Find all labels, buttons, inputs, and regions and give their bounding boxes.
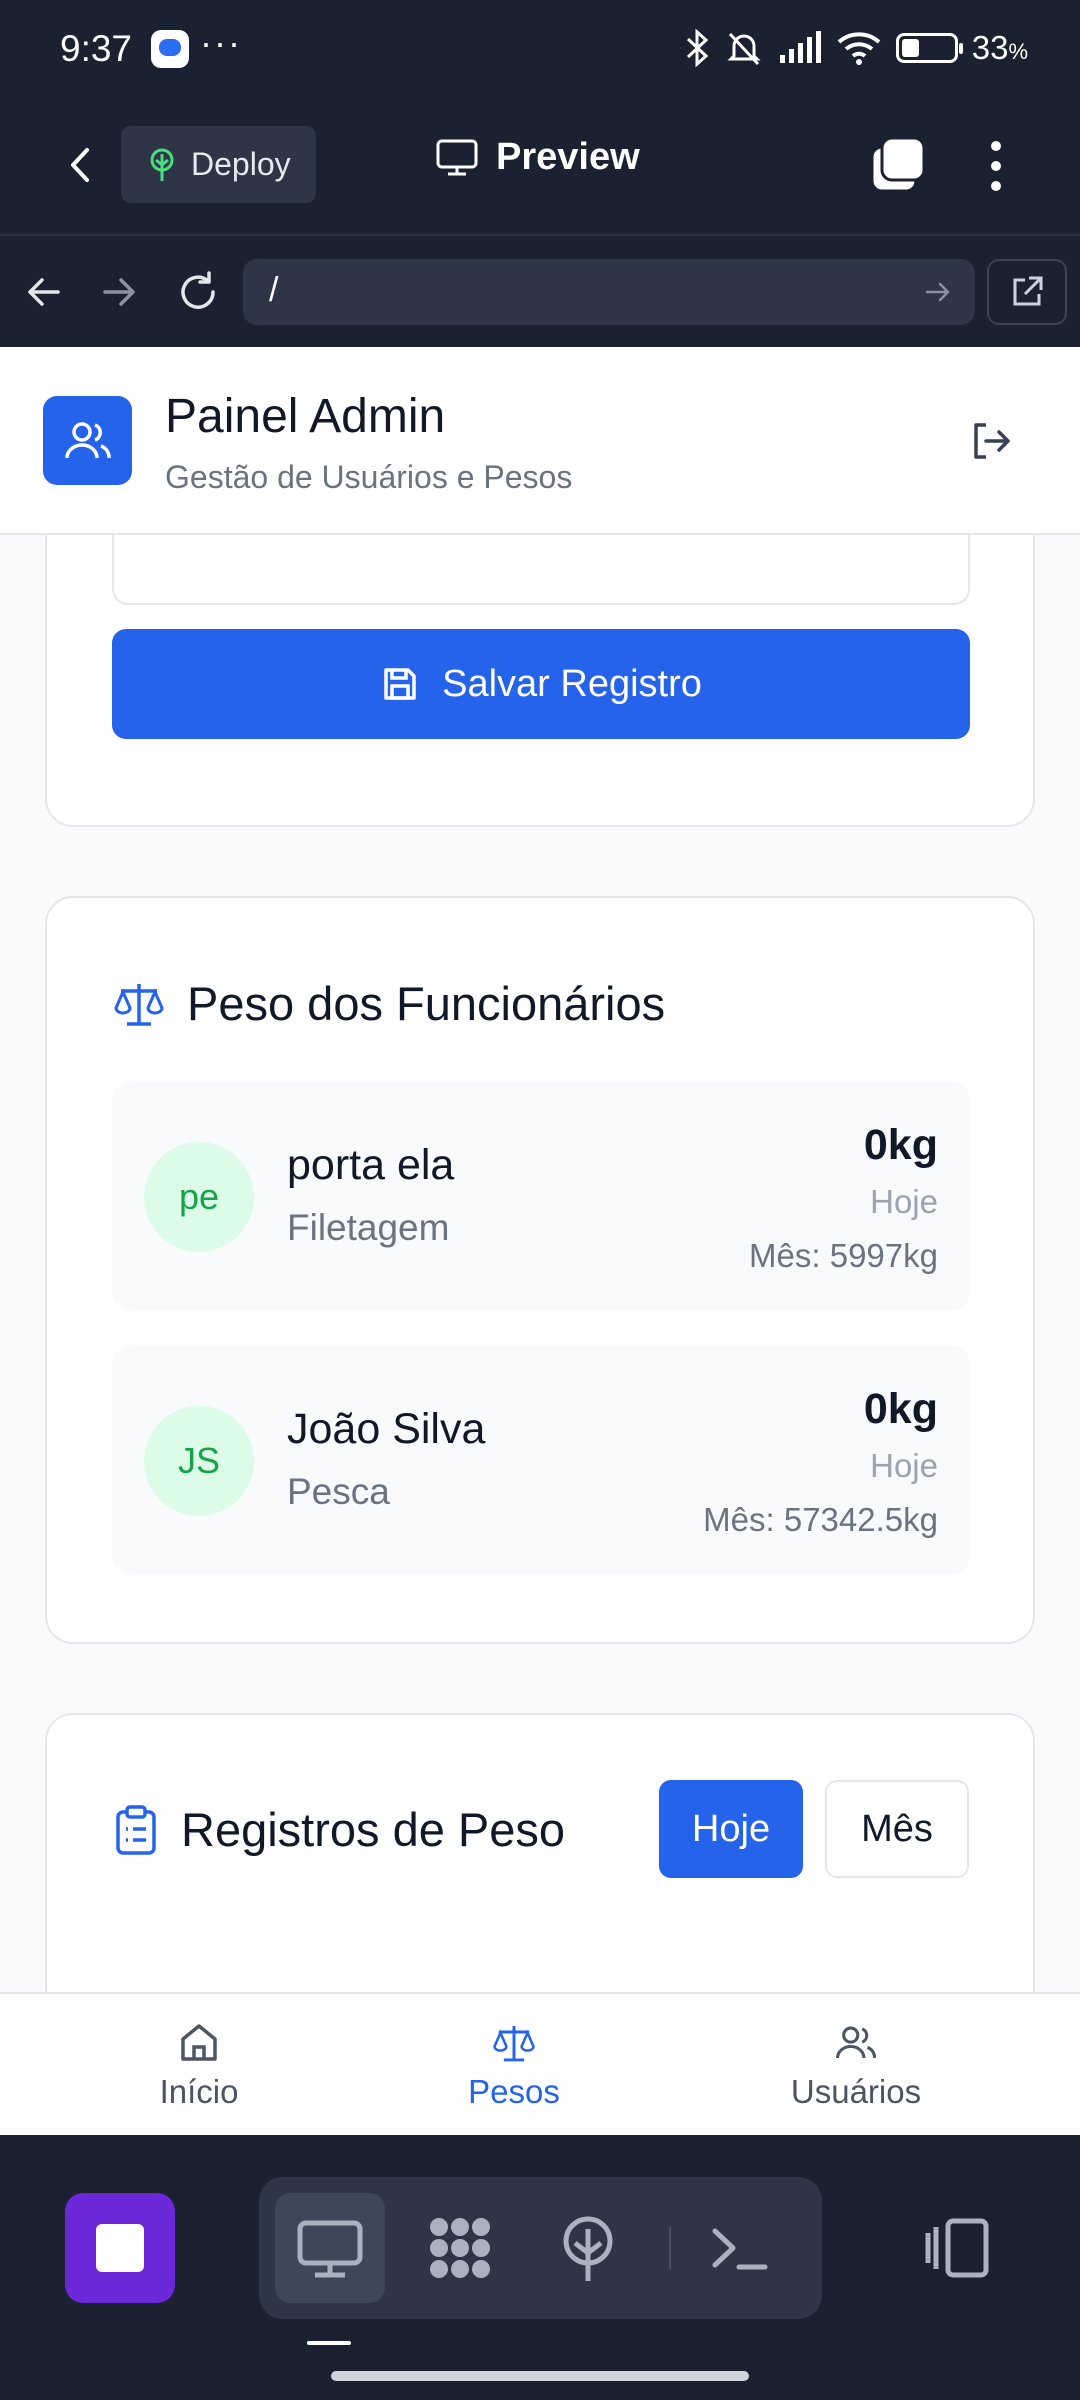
go-arrow-icon[interactable] <box>923 277 953 307</box>
wifi-icon <box>837 32 881 65</box>
employee-name: porta ela <box>287 1141 455 1189</box>
page-subtitle: Gestão de Usuários e Pesos <box>165 459 573 495</box>
dock-active-indicator <box>307 2341 351 2345</box>
external-link-icon <box>1013 276 1043 306</box>
home-indicator[interactable] <box>331 2371 749 2381</box>
nav-label: Usuários <box>790 2072 922 2110</box>
nav-item-inicio[interactable]: Início <box>120 1994 278 2135</box>
logout-icon[interactable] <box>968 417 1016 465</box>
battery-level: 33% <box>971 29 1028 66</box>
employee-role: Filetagem <box>287 1207 450 1248</box>
app-header: Painel Admin Gestão de Usuários e Pesos <box>0 347 1080 535</box>
url-input[interactable]: / <box>243 259 975 325</box>
signal-icon <box>779 31 821 63</box>
employee-row[interactable]: JS João Silva Pesca 0kg Hoje Mês: 57342.… <box>112 1345 970 1575</box>
users-icon <box>835 2026 877 2058</box>
reload-icon[interactable] <box>173 267 223 317</box>
employee-row[interactable]: pe porta ela Filetagem 0kg Hoje Mês: 599… <box>112 1081 970 1311</box>
browser-back-icon[interactable] <box>18 267 68 317</box>
page-title: Painel Admin <box>165 390 446 443</box>
url-text: / <box>269 271 279 309</box>
monitor-icon[interactable] <box>295 2213 365 2283</box>
status-bar: 9:37 ··· 33% <box>0 0 1080 100</box>
dock-divider <box>669 2227 671 2269</box>
employee-month-weight: Mês: 5997kg <box>749 1237 938 1274</box>
users-icon <box>64 421 111 458</box>
ide-dock <box>0 2135 1080 2400</box>
clipboard-icon <box>116 1804 156 1855</box>
employees-section-header: Peso dos Funcionários <box>113 976 665 1031</box>
dock-tools <box>259 2177 822 2319</box>
deploy-icon[interactable] <box>553 2213 623 2283</box>
bluetooth-icon <box>686 28 708 68</box>
deploy-label: Deploy <box>191 146 291 182</box>
employee-avatar: pe <box>144 1142 254 1252</box>
employee-today-label: Hoje <box>870 1183 938 1220</box>
scale-icon <box>114 983 164 1026</box>
home-icon <box>181 2023 217 2061</box>
messages-notification-icon <box>151 30 189 68</box>
weight-form-card: Salvar Registro <box>45 497 1035 827</box>
tabs-icon[interactable] <box>868 135 928 195</box>
more-options-icon[interactable] <box>980 138 1012 194</box>
monitor-icon <box>436 139 478 175</box>
employee-today-weight: 0kg <box>863 1385 938 1433</box>
preview-label: Preview <box>496 136 640 178</box>
records-section-title: Registros de Peso <box>181 1803 566 1856</box>
nav-item-usuarios[interactable]: Usuários <box>770 1994 942 2135</box>
admin-logo <box>43 396 132 485</box>
back-arrow-icon[interactable] <box>55 140 105 190</box>
employee-avatar: JS <box>144 1406 254 1516</box>
app-page: Salvar Registro Peso dos Funcionários pe… <box>0 347 1080 2135</box>
split-view-icon[interactable] <box>924 2213 994 2283</box>
employee-month-weight: Mês: 57342.5kg <box>703 1501 938 1538</box>
nav-item-pesos[interactable]: Pesos <box>438 1994 590 2135</box>
employee-today-weight: 0kg <box>863 1121 938 1169</box>
open-external-button[interactable] <box>987 259 1067 325</box>
bottom-navigation: Início Pesos Usuários <box>0 1992 1080 2135</box>
app-bar: Deploy Preview <box>0 100 1080 236</box>
scale-icon <box>493 2025 535 2061</box>
status-icons: 33% <box>684 28 1028 68</box>
employee-role: Pesca <box>287 1471 390 1512</box>
status-time: 9:37 <box>60 28 133 69</box>
deploy-icon <box>150 148 174 181</box>
records-section-header: Registros de Peso <box>113 1802 565 1857</box>
more-notifications-indicator: ··· <box>200 22 242 63</box>
browser-forward-icon[interactable] <box>95 267 145 317</box>
save-icon <box>384 668 416 700</box>
save-record-button[interactable]: Salvar Registro <box>112 629 970 739</box>
packages-icon[interactable] <box>425 2213 495 2283</box>
employees-section-title: Peso dos Funcionários <box>187 977 666 1030</box>
nav-label: Início <box>159 2072 239 2110</box>
employee-today-label: Hoje <box>870 1447 938 1484</box>
nav-label: Pesos <box>468 2072 560 2110</box>
terminal-icon[interactable] <box>705 2213 775 2283</box>
url-bar: / <box>0 237 1080 347</box>
filter-month-button[interactable]: Mês <box>825 1780 969 1878</box>
stop-button[interactable] <box>65 2193 175 2303</box>
silent-bell-icon <box>727 32 761 66</box>
filter-today-button[interactable]: Hoje <box>659 1780 803 1878</box>
deploy-button[interactable]: Deploy <box>121 126 316 203</box>
save-record-label: Salvar Registro <box>442 662 702 705</box>
employees-weight-card: Peso dos Funcionários pe porta ela Filet… <box>45 896 1035 1644</box>
employee-name: João Silva <box>287 1405 486 1453</box>
preview-title: Preview <box>436 136 640 179</box>
battery-icon <box>895 33 963 63</box>
